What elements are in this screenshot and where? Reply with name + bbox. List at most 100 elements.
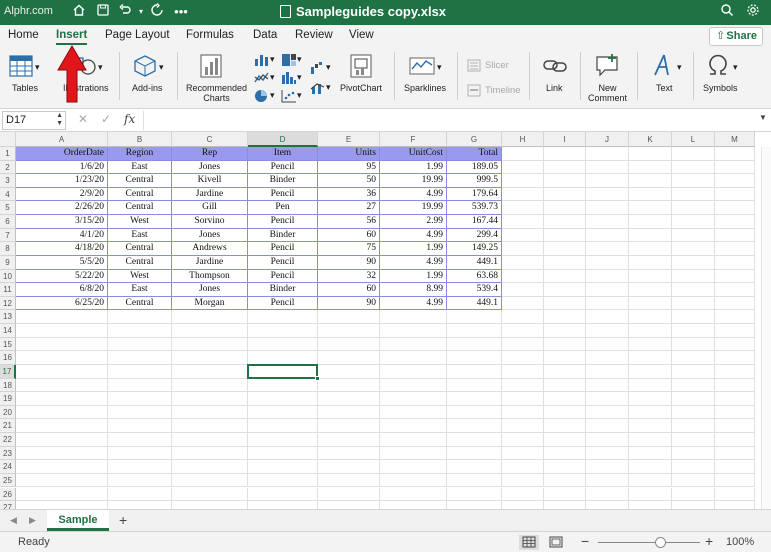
cell[interactable] [502, 174, 544, 188]
cell[interactable] [715, 405, 755, 420]
cell[interactable]: Central [108, 296, 172, 311]
cell[interactable] [248, 419, 318, 433]
cell[interactable] [586, 201, 629, 216]
cell[interactable] [108, 378, 172, 393]
cell[interactable] [586, 473, 629, 488]
cell[interactable]: Pencil [248, 269, 318, 284]
cell[interactable] [672, 392, 715, 406]
cell[interactable] [629, 201, 672, 216]
cell[interactable] [318, 419, 380, 433]
cell[interactable]: 60 [318, 228, 380, 243]
cell[interactable] [172, 392, 248, 406]
row-header[interactable]: 1 [0, 147, 16, 161]
cell[interactable] [108, 324, 172, 338]
tab-view[interactable]: View [349, 29, 374, 41]
cell[interactable] [447, 433, 502, 447]
cell[interactable]: 1/23/20 [16, 174, 108, 188]
sparklines-dropdown-icon[interactable]: ▾ [437, 62, 442, 72]
cell[interactable] [172, 351, 248, 365]
cell[interactable] [629, 187, 672, 202]
cell[interactable] [502, 487, 544, 502]
symbols-icon[interactable] [706, 53, 730, 82]
table-header-cell[interactable]: OrderDate [16, 147, 108, 161]
cell[interactable] [248, 446, 318, 461]
cell[interactable] [672, 174, 715, 188]
cell[interactable] [544, 487, 586, 502]
cell[interactable] [172, 433, 248, 447]
cell[interactable]: 149.25 [447, 242, 502, 256]
cell[interactable] [544, 446, 586, 461]
cell[interactable] [672, 201, 715, 216]
cell[interactable] [447, 324, 502, 338]
cell[interactable]: Jones [172, 228, 248, 243]
cell[interactable] [715, 460, 755, 474]
cell[interactable] [108, 405, 172, 420]
add-ins-dropdown-icon[interactable]: ▾ [159, 62, 164, 72]
cell[interactable] [629, 174, 672, 188]
row-header[interactable]: 7 [0, 228, 16, 243]
cell[interactable] [172, 460, 248, 474]
cell[interactable] [715, 446, 755, 461]
cell[interactable]: Central [108, 174, 172, 188]
combo-chart-dropdown-icon[interactable]: ▾ [326, 82, 331, 92]
cell[interactable] [672, 269, 715, 284]
cell[interactable] [502, 405, 544, 420]
cell[interactable] [586, 187, 629, 202]
tab-formulas[interactable]: Formulas [186, 29, 234, 41]
cell[interactable] [629, 310, 672, 325]
cell[interactable] [172, 473, 248, 488]
cell[interactable] [629, 242, 672, 256]
cell[interactable] [16, 324, 108, 338]
cell[interactable] [586, 228, 629, 243]
row-header[interactable]: 20 [0, 405, 16, 420]
cell[interactable]: 2.99 [380, 215, 447, 229]
cell[interactable] [380, 433, 447, 447]
cell[interactable]: 4.99 [380, 296, 447, 311]
cell[interactable] [502, 296, 544, 311]
cell[interactable] [502, 187, 544, 202]
cell[interactable] [16, 337, 108, 352]
cell[interactable] [672, 487, 715, 502]
cell[interactable] [380, 364, 447, 379]
cell[interactable]: 2/26/20 [16, 201, 108, 216]
cell[interactable] [586, 174, 629, 188]
tab-data[interactable]: Data [253, 29, 277, 41]
cell[interactable]: Central [108, 242, 172, 256]
cell[interactable] [544, 378, 586, 393]
cell[interactable] [715, 255, 755, 270]
formula-input[interactable] [143, 111, 746, 130]
cell[interactable] [586, 296, 629, 311]
combo-chart-icon[interactable] [310, 81, 326, 100]
cell[interactable] [447, 487, 502, 502]
cell[interactable]: East [108, 283, 172, 297]
cell[interactable] [108, 337, 172, 352]
cell[interactable] [544, 460, 586, 474]
cell[interactable] [586, 433, 629, 447]
cell[interactable] [447, 337, 502, 352]
hierarchy-chart-icon[interactable] [281, 53, 297, 72]
column-chart-dropdown-icon[interactable]: ▾ [270, 54, 275, 64]
cell[interactable] [318, 487, 380, 502]
cell[interactable] [108, 473, 172, 488]
cell[interactable] [586, 283, 629, 297]
expand-formula-bar-icon[interactable]: ▼ [759, 113, 767, 122]
text-icon[interactable] [652, 53, 674, 82]
link-icon[interactable] [543, 57, 567, 80]
cell[interactable] [502, 147, 544, 161]
cell[interactable] [248, 378, 318, 393]
pie-chart-icon[interactable] [254, 89, 270, 108]
cell[interactable]: 449.1 [447, 255, 502, 270]
column-header-c[interactable]: C [172, 132, 248, 147]
cell[interactable] [16, 419, 108, 433]
cell[interactable]: 75 [318, 242, 380, 256]
cell[interactable] [318, 351, 380, 365]
column-header-a[interactable]: A [16, 132, 108, 147]
cell[interactable] [544, 337, 586, 352]
cell[interactable]: Pencil [248, 296, 318, 311]
cell[interactable] [380, 324, 447, 338]
row-header[interactable]: 26 [0, 487, 16, 502]
cell[interactable] [629, 160, 672, 175]
cell[interactable]: 1.99 [380, 160, 447, 175]
cell[interactable] [502, 283, 544, 297]
search-icon[interactable] [718, 3, 736, 21]
